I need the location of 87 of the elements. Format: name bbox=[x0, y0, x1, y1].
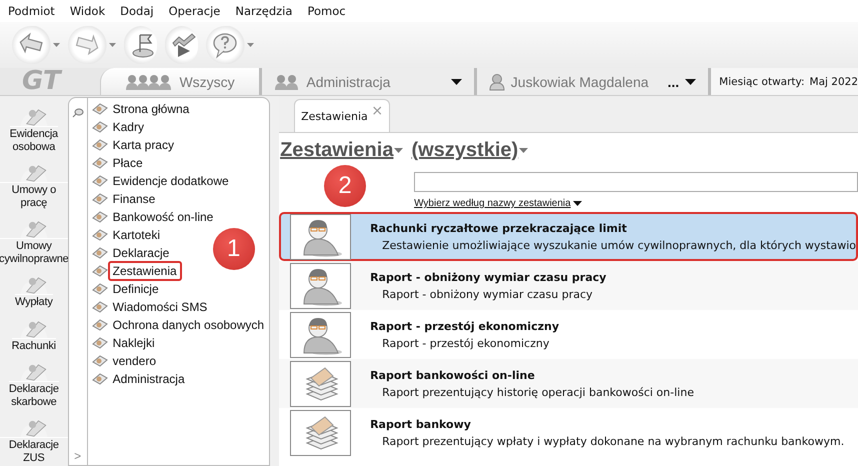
caret-icon bbox=[247, 43, 254, 47]
module-label[interactable]: Rachunki bbox=[12, 338, 56, 353]
navigation-item[interactable]: Deklaracje bbox=[108, 243, 174, 263]
module-icon bbox=[92, 246, 108, 260]
chart-button[interactable] bbox=[165, 26, 198, 64]
step-marker: 1 bbox=[212, 228, 255, 270]
module-label[interactable]: Wypłaty bbox=[15, 294, 53, 310]
navigation-item[interactable]: Kadry bbox=[108, 117, 149, 137]
category-dropdown[interactable]: Zestawienia bbox=[280, 139, 404, 162]
report-description: Raport - przestój ekonomiczny bbox=[381, 336, 550, 350]
search-field[interactable] bbox=[414, 172, 858, 192]
navigation-item[interactable]: Płace bbox=[108, 153, 148, 173]
menu-item[interactable]: Podmiot bbox=[8, 4, 55, 18]
navigation-item[interactable]: Finanse bbox=[108, 189, 160, 209]
report-title: Raport - obniżony wymiar czasu pracy bbox=[370, 270, 606, 284]
navigation-item[interactable]: Ochrona danych osobowych bbox=[108, 315, 270, 335]
logo: GT bbox=[21, 68, 64, 95]
navigation-item[interactable]: vendero bbox=[108, 351, 161, 371]
caret-icon bbox=[109, 43, 116, 47]
report-row[interactable]: Raport - obniżony wymiar czasu pracy Raport - obniżony wymiar czasu pracy bbox=[279, 261, 858, 310]
navigation-item[interactable]: Administracja bbox=[108, 369, 190, 389]
caret-icon bbox=[53, 43, 60, 47]
tab-label[interactable]: Zestawienia bbox=[301, 110, 368, 122]
step-marker: 2 bbox=[324, 165, 366, 207]
module-icon bbox=[92, 336, 108, 350]
report-title: Raport - przestój ekonomiczny bbox=[370, 320, 560, 332]
navigation-item[interactable]: Karta pracy bbox=[108, 135, 179, 155]
menu-item[interactable]: Widok bbox=[70, 4, 106, 18]
navigation-item[interactable]: Strona główna bbox=[108, 99, 194, 119]
navigation-item[interactable]: Naklejki bbox=[108, 333, 160, 353]
module-icon bbox=[92, 282, 108, 296]
caret-icon bbox=[572, 201, 582, 206]
report-description: Raport prezentujący wpłaty i wypłaty dokonane na wybranym rachunku bankowym. bbox=[381, 434, 844, 448]
navigation-item[interactable]: Wiadomości SMS bbox=[108, 297, 212, 317]
caret-icon bbox=[519, 148, 528, 153]
search-mode-dropdown[interactable]: Wybierz według nazwy zestawienia bbox=[414, 198, 858, 209]
report-description: Zestawienie umożliwiające wyszukanie umów cywilnoprawnych, dla których wystawio bbox=[381, 238, 856, 252]
module-label[interactable]: Deklaracje skarbowe bbox=[8, 380, 59, 409]
document-tab[interactable]: Zestawienia × bbox=[294, 99, 390, 132]
menu-item[interactable]: Operacje bbox=[168, 4, 220, 18]
context-tab[interactable]: Administracja bbox=[259, 68, 474, 95]
module-icon bbox=[92, 156, 108, 170]
navigation-item[interactable]: Bankowość on-line bbox=[108, 207, 218, 227]
person-icon bbox=[488, 72, 505, 90]
navigation-item[interactable]: Ewidencje dodatkowe bbox=[108, 171, 234, 191]
people-icon bbox=[274, 72, 300, 90]
module-icon bbox=[92, 372, 108, 386]
menu-item[interactable]: Pomoc bbox=[307, 4, 346, 18]
chart-play-icon bbox=[170, 31, 198, 59]
menu-item[interactable]: Narzędzia bbox=[235, 4, 292, 18]
report-description: Raport prezentujący historię operacji bankowości on-line bbox=[381, 386, 694, 398]
module-icon bbox=[92, 354, 108, 368]
report-row[interactable]: Raport - przestój ekonomiczny Raport - przestój ekonomiczny bbox=[279, 310, 858, 359]
module-icon bbox=[92, 174, 108, 188]
navigation-item[interactable]: Zestawienia bbox=[108, 261, 182, 281]
context-tab[interactable]: Wszyscy bbox=[100, 68, 260, 95]
module-icon bbox=[92, 102, 108, 116]
report-description: Raport - obniżony wymiar czasu pracy bbox=[381, 288, 594, 300]
caret-icon bbox=[685, 78, 696, 84]
month-value: Maj 2022 bbox=[810, 76, 858, 88]
context-tab[interactable]: Juskowiak Magdalena ... bbox=[474, 68, 708, 95]
report-title: Raport bankowości on-line bbox=[370, 368, 536, 382]
module-icon bbox=[92, 300, 108, 314]
menu-item[interactable]: Dodaj bbox=[120, 4, 154, 18]
navigation-item[interactable]: Kartoteki bbox=[108, 225, 165, 245]
report-row[interactable]: Raport bankowości on-line Raport prezentujący historię operacji bankowości on-line bbox=[279, 359, 858, 408]
module-icon bbox=[92, 318, 108, 332]
module-icon bbox=[92, 138, 108, 152]
module-icon bbox=[92, 192, 108, 206]
caret-icon bbox=[450, 78, 462, 84]
month-label: Miesiąc otwarty: bbox=[719, 76, 805, 88]
caret-icon bbox=[394, 148, 404, 153]
navigation-item[interactable]: Definicje bbox=[108, 279, 164, 299]
report-title: Rachunki ryczałtowe przekraczające limit bbox=[370, 222, 628, 234]
report-title: Raport bankowy bbox=[370, 418, 472, 430]
module-icon bbox=[92, 120, 108, 134]
module-icon bbox=[92, 264, 108, 278]
filter-dropdown[interactable]: (wszystkie) bbox=[411, 139, 528, 162]
expand-arrow[interactable]: > bbox=[74, 449, 82, 463]
flag-button[interactable] bbox=[124, 26, 157, 64]
help-icon bbox=[211, 31, 239, 59]
report-row[interactable]: Raport bankowy Raport prezentujący wpłaty i wypłaty dokonane na wybranym rachunku bankowym. bbox=[279, 408, 858, 457]
module-label[interactable]: Ewidencja osobowa bbox=[10, 126, 58, 154]
report-row[interactable]: Rachunki ryczałtowe przekraczające limit Zestawienie umożliwiające wyszukanie umów cywilnoprawnych, dla których wystawio bbox=[279, 212, 858, 261]
module-icon bbox=[92, 228, 108, 242]
people-icon bbox=[125, 72, 174, 90]
module-icon bbox=[92, 210, 108, 224]
